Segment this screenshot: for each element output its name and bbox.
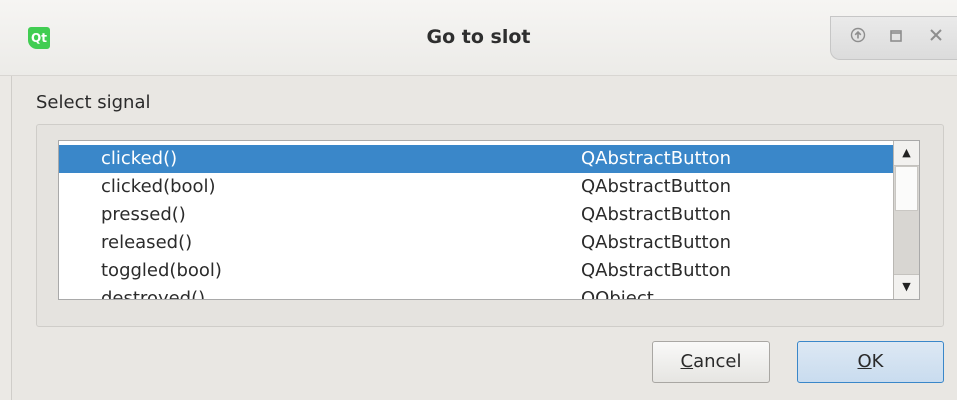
cancel-mnemonic: C	[680, 351, 694, 372]
signal-row[interactable]: destroyed() QObject	[59, 285, 893, 300]
triangle-up-icon[interactable]: ▲	[894, 141, 919, 166]
signal-name: released()	[101, 232, 193, 253]
close-icon[interactable]	[924, 26, 948, 50]
signal-name: pressed()	[101, 204, 186, 225]
scrollbar-handle[interactable]	[895, 166, 918, 211]
signal-class: QAbstractButton	[581, 176, 732, 197]
signal-name: clicked(bool)	[101, 176, 216, 197]
signal-list[interactable]: clicked() QAbstractButton clicked(bool) …	[58, 140, 920, 300]
signal-class: QObject	[581, 288, 654, 300]
signal-class: QAbstractButton	[581, 260, 732, 281]
title-bar: Qt Go to slot	[0, 0, 957, 76]
cancel-button[interactable]: Cancel	[652, 341, 770, 383]
window-left-edge	[0, 76, 12, 400]
select-signal-label: Select signal	[36, 92, 151, 113]
signal-row[interactable]: clicked(bool) QAbstractButton	[59, 173, 893, 201]
cancel-label: ancel	[693, 351, 742, 372]
ok-label: K	[871, 351, 884, 372]
signal-class: QAbstractButton	[581, 232, 732, 253]
ok-button[interactable]: OK	[797, 341, 944, 383]
signal-class: QAbstractButton	[581, 204, 732, 225]
signal-name: toggled(bool)	[101, 260, 222, 281]
list-scrollbar[interactable]: ▲ ▼	[893, 141, 919, 299]
signal-row[interactable]: toggled(bool) QAbstractButton	[59, 257, 893, 285]
signal-name: destroyed()	[101, 288, 206, 300]
maximize-icon[interactable]	[884, 26, 908, 50]
arrow-up-icon[interactable]	[846, 26, 870, 50]
signal-row[interactable]: released() QAbstractButton	[59, 229, 893, 257]
signal-class: QAbstractButton	[581, 148, 732, 169]
signal-name: clicked()	[101, 148, 178, 169]
signal-row[interactable]: pressed() QAbstractButton	[59, 201, 893, 229]
window-title: Go to slot	[426, 26, 531, 48]
signal-row-selected[interactable]: clicked() QAbstractButton	[59, 145, 893, 173]
ok-mnemonic: O	[857, 351, 872, 372]
triangle-down-icon[interactable]: ▼	[894, 274, 919, 299]
window-controls	[830, 16, 957, 60]
